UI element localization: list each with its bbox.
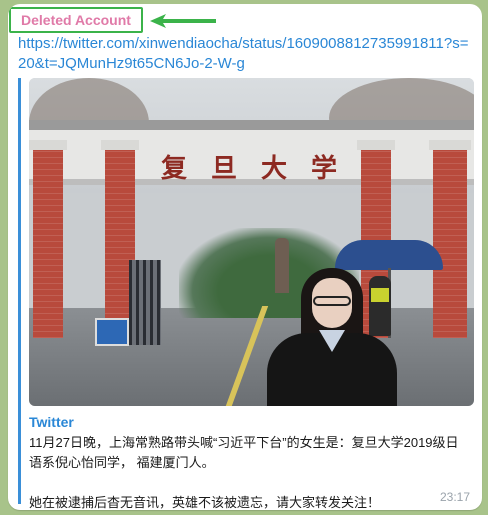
message-link[interactable]: https://twitter.com/xinwendiaocha/status…	[18, 34, 476, 74]
gate-char: 学	[311, 154, 338, 184]
gate-char: 大	[261, 154, 288, 184]
message-time: 23:17	[439, 490, 470, 504]
message-bubble[interactable]: Deleted Account https://twitter.com/xinw…	[8, 4, 482, 510]
preview-description: 11月27日晚，上海常熟路带头喊“习近平下台”的女生是：复旦大学2019级日语系…	[29, 435, 459, 510]
gate-char: 复	[161, 154, 188, 184]
sender-name[interactable]: Deleted Account	[9, 7, 143, 33]
link-preview[interactable]: 复 旦 大 学 Twitter 11月27日晚，上海常熟路带头喊“习近平下台”的…	[18, 78, 474, 510]
preview-site-name[interactable]: Twitter	[29, 413, 474, 431]
arrow-left-icon	[150, 14, 216, 28]
preview-image[interactable]: 复 旦 大 学	[29, 78, 474, 406]
gate-char: 旦	[211, 154, 238, 184]
